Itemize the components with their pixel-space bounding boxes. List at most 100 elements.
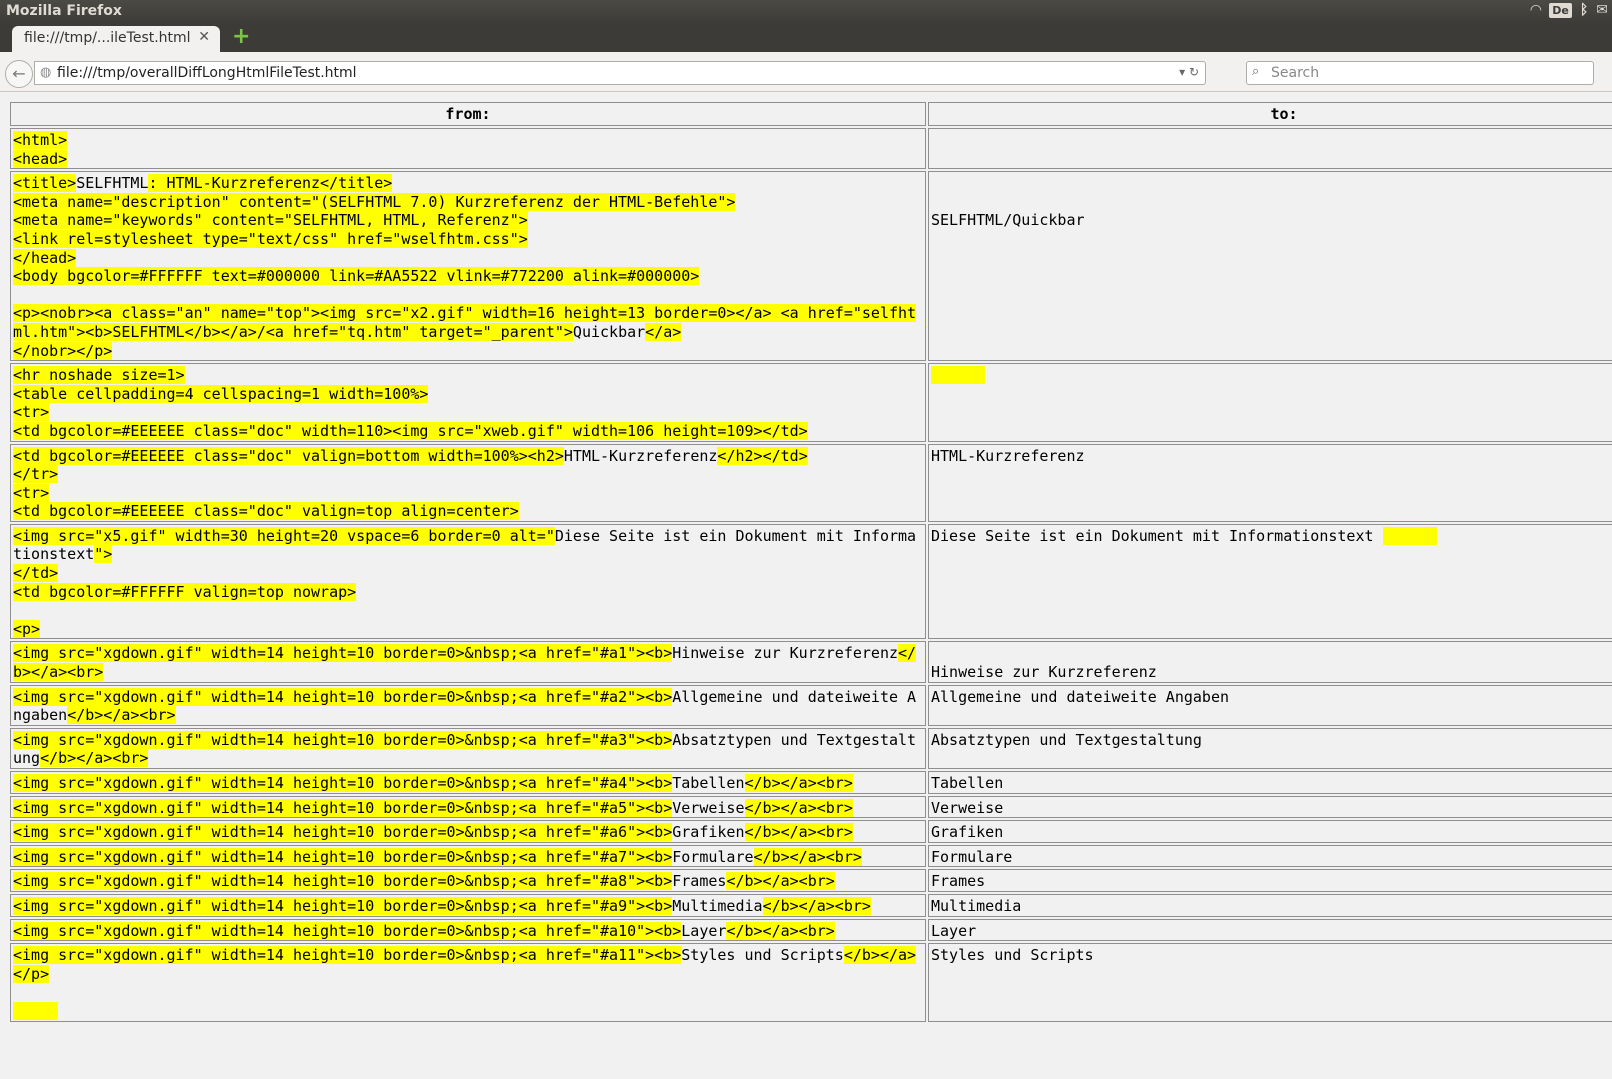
from-cell: <img src="x5.gif" width=30 height=20 vsp… [10, 523, 926, 640]
text: Tabellen [931, 774, 1004, 792]
highlighted-text: <img [13, 798, 59, 817]
text: Layer [931, 921, 977, 940]
from-line: ​ [13, 601, 923, 620]
highlighted-text: </b></a><br> [67, 706, 176, 725]
url-text[interactable]: file:///tmp/overallDiffLongHtmlFileTest.… [57, 65, 357, 81]
diff-row: <img src="xgdown.gif" width=14 height=10… [10, 641, 1612, 683]
from-line: <img src="xgdown.gif" width=14 height=10… [13, 730, 923, 768]
to-cell: Absatztypen und Textgestaltung [928, 727, 1612, 769]
from-cell: <img src="xgdown.gif" width=14 height=10… [10, 844, 926, 868]
to-line: ​ [931, 174, 1612, 193]
highlighted-text: src="xgdown.gif" width=14 height=10 bord… [58, 921, 682, 940]
diff-row: <img src="xgdown.gif" width=14 height=10… [10, 727, 1612, 769]
diff-row: <img src="xgdown.gif" width=14 height=10… [10, 943, 1612, 1022]
diff-row: <img src="xgdown.gif" width=14 height=10… [10, 684, 1612, 726]
text: Quickbar [572, 322, 646, 341]
to-line: HTML-Kurzreferenz [931, 447, 1612, 466]
from-line: <link rel=stylesheet type="text/css" hre… [13, 229, 923, 249]
to-cell: Allgemeine und dateiweite Angaben [928, 684, 1612, 726]
text: Multimedia [672, 896, 763, 915]
search-box[interactable]: ⌕ Search [1246, 61, 1594, 85]
mail-icon[interactable]: ✉ [1596, 2, 1608, 18]
wifi-icon[interactable]: ◠ [1530, 2, 1541, 18]
from-line: <img src="xgdown.gif" width=14 height=10… [13, 687, 923, 725]
dropdown-arrow-icon[interactable]: ▾ [1179, 65, 1185, 79]
search-icon: ⌕ [1252, 64, 1260, 79]
highlighted-text: <img [13, 896, 59, 915]
text: Allgemeine und dateiweite Angaben [931, 687, 1230, 706]
diff-row: <img src="xgdown.gif" width=14 height=10… [10, 771, 1612, 794]
keyboard-layout-indicator[interactable]: De [1549, 2, 1572, 18]
from-column-header: from: [10, 102, 926, 126]
reload-icon[interactable]: ↻ [1189, 65, 1199, 79]
text: Formulare [672, 847, 754, 866]
text: Grafiken [672, 823, 745, 842]
search-placeholder[interactable]: Search [1271, 65, 1319, 81]
to-cell: Frames [928, 869, 1612, 892]
to-column-header: to: [928, 102, 1612, 126]
text: Hinweise zur Kurzreferenz [931, 663, 1157, 682]
highlighted-text: src="xgdown.gif" width=14 height=10 bord… [58, 847, 673, 866]
from-cell: <hr noshade size=1> <table cellpadding=4 … [10, 363, 926, 442]
to-cell [928, 128, 1612, 170]
bluetooth-icon[interactable]: ᛒ [1580, 2, 1588, 18]
from-line: <img src="xgdown.gif" width=14 height=10… [13, 946, 923, 965]
text: Styles und Scripts [931, 946, 1094, 965]
to-line: Frames [931, 872, 1612, 891]
highlighted-text: <td bgcolor=#EEEEEE class="doc" valign=t… [13, 502, 519, 521]
url-controls: ▾ ↻ [1179, 65, 1199, 79]
from-line: </p> [13, 964, 923, 984]
page-content: from: to: <html> <head> <title>SELFHTML: H… [8, 100, 1612, 1079]
from-line: <img src="xgdown.gif" width=14 height=10… [13, 644, 923, 682]
highlighted-text: <img [13, 687, 59, 706]
highlighted-text: </b></a><br> [726, 872, 835, 891]
highlighted-text: </b></a><br> [762, 896, 871, 915]
to-cell: Diese Seite ist ein Dokument mit Informa… [928, 523, 1612, 640]
highlighted-text: <img src="x5.gif" width=30 height=20 vsp… [13, 526, 555, 545]
to-line: Layer [931, 922, 1612, 941]
back-arrow-icon[interactable]: ← [5, 60, 33, 88]
from-line: </nobr></p> [13, 341, 923, 361]
from-line: ​ [13, 983, 923, 1002]
from-cell: <img src="xgdown.gif" width=14 height=10… [10, 918, 926, 942]
highlighted-text: </p> [13, 964, 50, 983]
from-cell: <img src="xgdown.gif" width=14 height=10… [10, 893, 926, 917]
highlighted-text: : HTML-Kurzreferenz</title> [148, 174, 393, 193]
highlighted-text: <meta name="keywords" content="SELFHTML,… [13, 211, 528, 230]
tab-active[interactable]: file:///tmp/...ileTest.html ✕ [12, 26, 220, 52]
highlighted-text: <img [13, 774, 59, 792]
highlighted-text: <p> [13, 619, 41, 638]
highlighted-text: </td> [13, 564, 59, 583]
from-cell: <title>SELFHTML: HTML-Kurzreferenz</titl… [10, 171, 926, 362]
to-line: Diese Seite ist ein Dokument mit Informa… [931, 526, 1612, 546]
from-line: <img src="xgdown.gif" width=14 height=10… [13, 798, 923, 818]
from-line: ​ [13, 286, 923, 305]
globe-icon: ◍ [40, 65, 52, 80]
highlighted-text [931, 366, 986, 385]
highlighted-text: bgcolor=#FFFFFF valign=top nowrap> [49, 582, 357, 601]
highlighted-text: src="xgdown.gif" width=14 height=10 bord… [58, 774, 673, 792]
highlighted-text: <link rel=stylesheet type="text/css" hre… [13, 229, 528, 248]
window-title: Mozilla Firefox [6, 3, 122, 19]
highlighted-text: <html> [13, 131, 68, 149]
from-line: <hr noshade size=1> [13, 366, 923, 385]
highlighted-text: <td bgcolor=#EEEEEE class="doc" width=11… [13, 421, 808, 440]
highlighted-text: <tr> [13, 403, 50, 422]
from-line [13, 1001, 923, 1021]
to-line: Grafiken [931, 823, 1612, 842]
text: Formulare [931, 847, 1013, 866]
tab-close-icon[interactable]: ✕ [198, 29, 210, 45]
new-tab-plus-icon[interactable]: + [232, 26, 250, 48]
from-cell: <html> <head> [10, 128, 926, 170]
text: Styles und Scripts [681, 946, 844, 965]
highlighted-text: src="xgdown.gif" width=14 height=10 bord… [58, 687, 673, 706]
highlighted-text: </b></a> [843, 946, 917, 965]
highlighted-text [13, 1001, 59, 1020]
url-bar[interactable]: ◍ file:///tmp/overallDiffLongHtmlFileTes… [34, 61, 1206, 85]
to-cell [928, 363, 1612, 442]
highlighted-text: <meta name="description" content="(SELFH… [13, 192, 736, 211]
from-line: <td bgcolor=#FFFFFF valign=top nowrap> [13, 582, 923, 602]
text: Hinweise zur Kurzreferenz [672, 644, 899, 663]
from-line: <table cellpadding=4 cellspacing=1 width… [13, 384, 923, 404]
from-line: <tr> [13, 403, 923, 422]
